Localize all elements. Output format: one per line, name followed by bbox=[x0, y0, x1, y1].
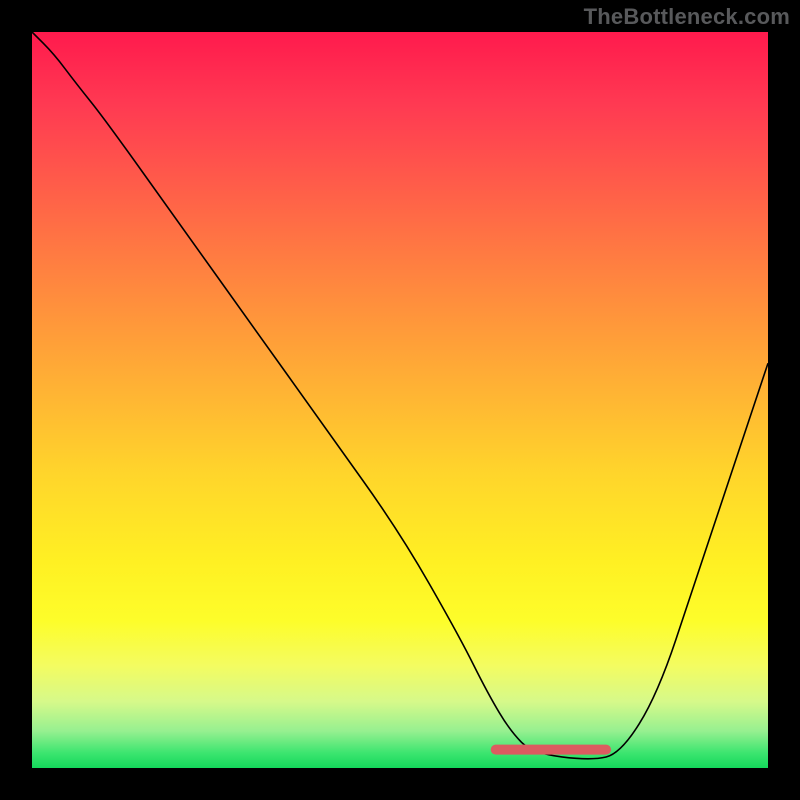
attribution-text: TheBottleneck.com bbox=[584, 4, 790, 30]
chart-svg bbox=[32, 32, 768, 768]
plot-area bbox=[32, 32, 768, 768]
chart-frame: TheBottleneck.com bbox=[0, 0, 800, 800]
curve-line bbox=[32, 32, 768, 759]
